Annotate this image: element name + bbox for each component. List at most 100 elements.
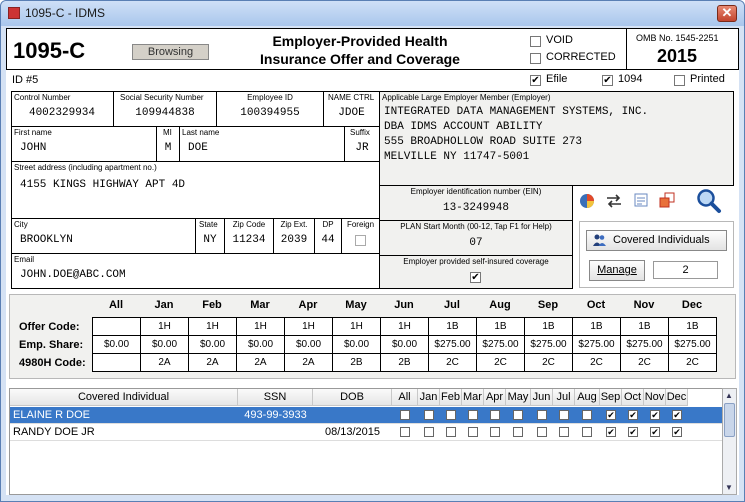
- share-cell[interactable]: $275.00: [620, 335, 669, 354]
- month-checkbox[interactable]: [559, 410, 569, 420]
- scroll-down-icon[interactable]: ▼: [725, 483, 733, 492]
- first-name-field[interactable]: First name JOHN: [11, 126, 157, 162]
- column-header[interactable]: Nov: [644, 389, 666, 406]
- h4980-cell[interactable]: 2C: [668, 353, 717, 372]
- offer-cell[interactable]: [92, 317, 141, 336]
- month-checkbox[interactable]: [513, 427, 523, 437]
- self-insured-checkbox[interactable]: ✔: [470, 272, 481, 283]
- close-button[interactable]: ✕: [717, 5, 737, 22]
- h4980-cell[interactable]: 2A: [284, 353, 333, 372]
- share-cell[interactable]: $275.00: [524, 335, 573, 354]
- corrected-checkbox[interactable]: [530, 53, 541, 64]
- employer-field[interactable]: Applicable Large Employer Member (Employ…: [379, 91, 734, 186]
- printed-checkbox[interactable]: [674, 75, 685, 86]
- month-checkbox[interactable]: ✔: [650, 427, 660, 437]
- h4980-cell[interactable]: 2C: [524, 353, 573, 372]
- vertical-scrollbar[interactable]: ▲ ▼: [722, 388, 737, 495]
- f1094-checkbox[interactable]: ✔: [602, 75, 613, 86]
- month-checkbox[interactable]: [446, 427, 456, 437]
- share-cell[interactable]: $0.00: [188, 335, 237, 354]
- month-checkbox[interactable]: [424, 410, 434, 420]
- city-field[interactable]: City BROOKLYN: [11, 218, 196, 254]
- month-checkbox[interactable]: [582, 427, 592, 437]
- month-checkbox[interactable]: [537, 410, 547, 420]
- void-checkbox[interactable]: [530, 36, 541, 47]
- scroll-thumb[interactable]: [724, 403, 735, 437]
- share-cell[interactable]: $0.00: [236, 335, 285, 354]
- mi-field[interactable]: MI M: [156, 126, 180, 162]
- month-checkbox[interactable]: [400, 410, 410, 420]
- browsing-button[interactable]: Browsing: [132, 44, 209, 60]
- share-cell[interactable]: $0.00: [140, 335, 189, 354]
- foreign-checkbox[interactable]: [355, 235, 366, 246]
- share-cell[interactable]: $0.00: [284, 335, 333, 354]
- offer-cell[interactable]: 1B: [428, 317, 477, 336]
- column-header[interactable]: Sep: [600, 389, 622, 406]
- offer-cell[interactable]: 1B: [668, 317, 717, 336]
- month-checkbox[interactable]: [559, 427, 569, 437]
- h4980-cell[interactable]: 2A: [140, 353, 189, 372]
- month-checkbox[interactable]: [490, 427, 500, 437]
- share-cell[interactable]: $275.00: [428, 335, 477, 354]
- offer-cell[interactable]: 1B: [476, 317, 525, 336]
- month-checkbox[interactable]: [468, 410, 478, 420]
- month-checkbox[interactable]: [582, 410, 592, 420]
- offer-cell[interactable]: 1B: [572, 317, 621, 336]
- share-cell[interactable]: $275.00: [572, 335, 621, 354]
- column-header[interactable]: DOB: [313, 389, 392, 406]
- email-field[interactable]: Email JOHN.DOE@ABC.COM: [11, 253, 380, 289]
- month-checkbox[interactable]: ✔: [606, 410, 616, 420]
- offer-cell[interactable]: 1H: [380, 317, 429, 336]
- column-header[interactable]: Jul: [553, 389, 575, 406]
- table-row[interactable]: RANDY DOE JR 08/13/2015 ✔ ✔ ✔ ✔: [10, 424, 722, 441]
- h4980-cell[interactable]: 2B: [380, 353, 429, 372]
- manage-button[interactable]: Manage: [589, 260, 645, 281]
- month-checkbox[interactable]: [424, 427, 434, 437]
- month-checkbox[interactable]: ✔: [628, 427, 638, 437]
- column-header[interactable]: Dec: [666, 389, 688, 406]
- search-icon[interactable]: [696, 188, 722, 214]
- h4980-cell[interactable]: 2C: [428, 353, 477, 372]
- offer-cell[interactable]: 1B: [620, 317, 669, 336]
- share-cell[interactable]: $275.00: [668, 335, 717, 354]
- column-header[interactable]: Jan: [418, 389, 440, 406]
- share-cell[interactable]: $275.00: [476, 335, 525, 354]
- offer-cell[interactable]: 1H: [284, 317, 333, 336]
- covered-individuals-button[interactable]: Covered Individuals: [586, 230, 727, 251]
- month-checkbox[interactable]: [537, 427, 547, 437]
- control-number-field[interactable]: Control Number 4002329934: [11, 91, 114, 127]
- plan-start-field[interactable]: PLAN Start Month (00-12, Tap F1 for Help…: [379, 220, 573, 256]
- column-header[interactable]: Covered Individual: [10, 389, 238, 406]
- share-cell[interactable]: $0.00: [380, 335, 429, 354]
- h4980-cell[interactable]: 2C: [476, 353, 525, 372]
- month-checkbox[interactable]: ✔: [672, 410, 682, 420]
- month-checkbox[interactable]: ✔: [672, 427, 682, 437]
- street-address-field[interactable]: Street address (including apartment no.)…: [11, 161, 380, 219]
- table-row[interactable]: ELAINE R DOE 493-99-3933 ✔ ✔ ✔ ✔: [10, 407, 722, 424]
- month-checkbox[interactable]: [513, 410, 523, 420]
- month-checkbox[interactable]: ✔: [650, 410, 660, 420]
- name-ctrl-field[interactable]: NAME CTRL JDOE: [323, 91, 380, 127]
- month-checkbox[interactable]: ✔: [628, 410, 638, 420]
- zip-code-field[interactable]: Zip Code 11234: [224, 218, 274, 254]
- share-cell[interactable]: $0.00: [332, 335, 381, 354]
- column-header[interactable]: Feb: [440, 389, 462, 406]
- month-checkbox[interactable]: ✔: [606, 427, 616, 437]
- scroll-up-icon[interactable]: ▲: [725, 391, 733, 400]
- dp-field[interactable]: DP 44: [314, 218, 342, 254]
- employee-id-field[interactable]: Employee ID 100394955: [216, 91, 324, 127]
- month-checkbox[interactable]: [490, 410, 500, 420]
- h4980-cell[interactable]: 2C: [572, 353, 621, 372]
- month-checkbox[interactable]: [468, 427, 478, 437]
- state-field[interactable]: State NY: [195, 218, 225, 254]
- column-header[interactable]: SSN: [238, 389, 313, 406]
- offer-cell[interactable]: 1H: [188, 317, 237, 336]
- column-header[interactable]: All: [392, 389, 418, 406]
- month-checkbox[interactable]: [446, 410, 456, 420]
- column-header[interactable]: Aug: [575, 389, 600, 406]
- h4980-cell[interactable]: 2A: [236, 353, 285, 372]
- column-header[interactable]: Apr: [484, 389, 506, 406]
- suffix-field[interactable]: Suffix JR: [344, 126, 380, 162]
- share-cell[interactable]: $0.00: [92, 335, 141, 354]
- offer-cell[interactable]: 1B: [524, 317, 573, 336]
